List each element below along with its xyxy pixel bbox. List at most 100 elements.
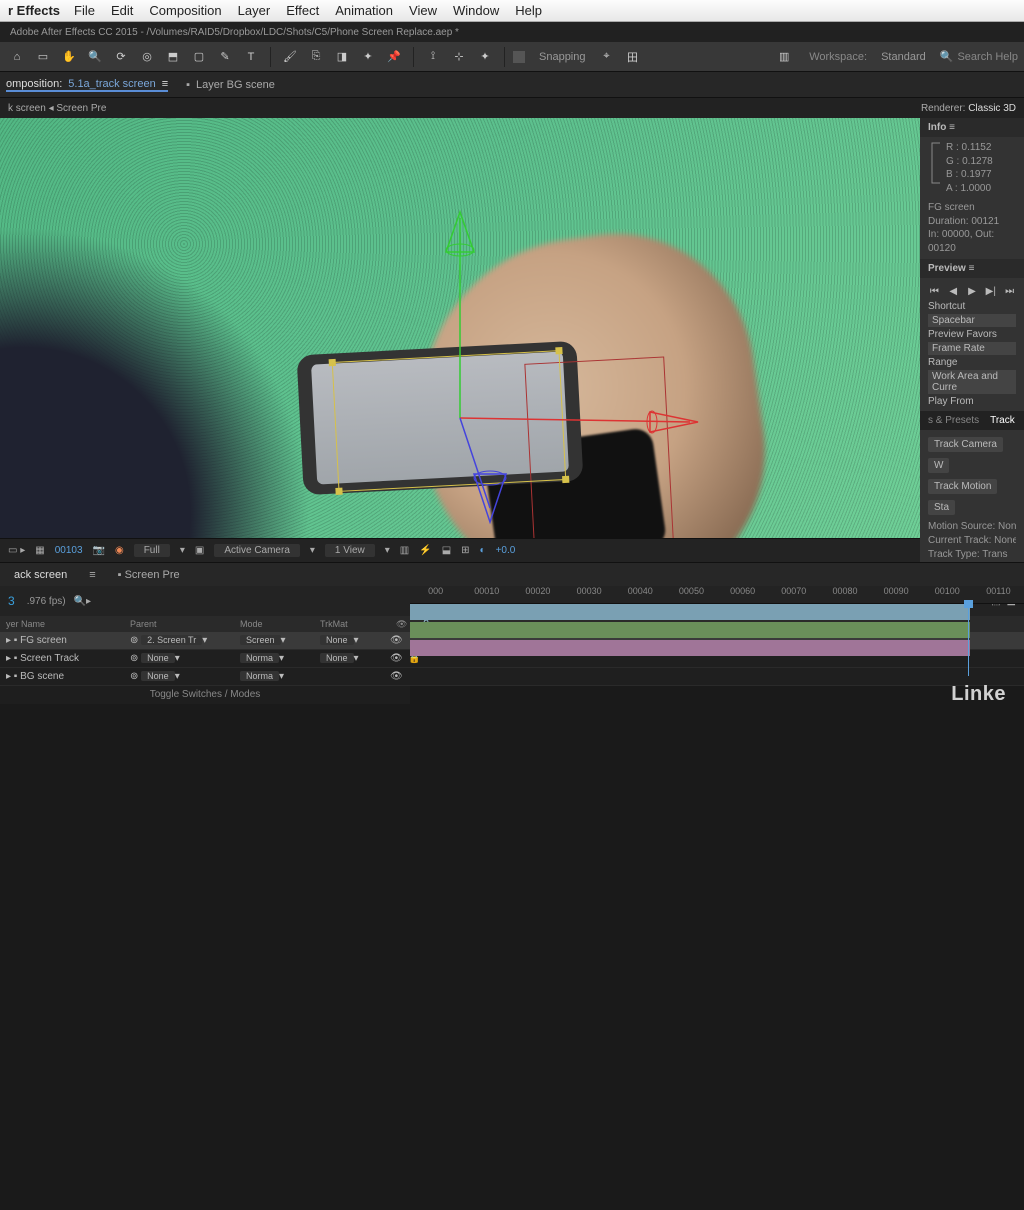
home-icon[interactable]: ⌂ bbox=[6, 46, 28, 68]
parent-dropdown[interactable]: None bbox=[141, 653, 175, 663]
parent-dropdown[interactable]: 2. Screen Tr bbox=[141, 635, 202, 645]
clone-tool-icon[interactable]: ⎘ bbox=[305, 46, 327, 68]
exposure-value[interactable]: +0.0 bbox=[496, 545, 516, 556]
time-ruler[interactable]: 000 00010 00020 00030 00040 00050 00060 … bbox=[410, 586, 1024, 1210]
view-layout-dropdown[interactable]: 1 View bbox=[325, 544, 375, 557]
roi-icon[interactable]: ▣ bbox=[195, 545, 204, 556]
next-frame-button[interactable]: ▶| bbox=[984, 286, 997, 297]
tab-layer-bg[interactable]: ▪ Layer BG scene bbox=[186, 79, 275, 91]
workspace-dropdown[interactable]: Standard bbox=[881, 51, 926, 63]
shortcut-dropdown[interactable]: Spacebar bbox=[928, 314, 1016, 327]
trkmat-dropdown[interactable]: None bbox=[320, 635, 354, 645]
menu-window[interactable]: Window bbox=[453, 3, 499, 18]
eye-toggle[interactable]: 👁 bbox=[390, 653, 403, 664]
handle-tr[interactable] bbox=[555, 347, 562, 354]
channel-icon[interactable]: ◉ bbox=[115, 545, 124, 556]
mode-dropdown[interactable]: Norma bbox=[240, 671, 279, 681]
snapping-checkbox[interactable] bbox=[513, 51, 525, 63]
roto-tool-icon[interactable]: ✦ bbox=[357, 46, 379, 68]
pixel-aspect-icon[interactable]: ▥ bbox=[400, 545, 409, 556]
workspace-reset-icon[interactable]: ▥ bbox=[773, 46, 795, 68]
track-camera-button[interactable]: Track Camera bbox=[928, 437, 1003, 452]
layer-selection-box[interactable] bbox=[332, 350, 566, 492]
camera-tool-icon[interactable]: ◎ bbox=[136, 46, 158, 68]
menu-help[interactable]: Help bbox=[515, 3, 542, 18]
tab-composition[interactable]: omposition: 5.1a_track screen ≡ bbox=[6, 78, 168, 92]
tl-tab-2[interactable]: ▪ Screen Pre bbox=[112, 569, 186, 581]
zoom-tool-icon[interactable]: 🔍 bbox=[84, 46, 106, 68]
toggle-switches-button[interactable]: Toggle Switches / Modes bbox=[0, 686, 410, 704]
menu-edit[interactable]: Edit bbox=[111, 3, 133, 18]
menu-composition[interactable]: Composition bbox=[149, 3, 221, 18]
prev-frame-button[interactable]: ◀ bbox=[947, 286, 960, 297]
favors-dropdown[interactable]: Frame Rate bbox=[928, 342, 1016, 355]
tab-tracker[interactable]: Track bbox=[990, 415, 1015, 426]
rotate-tool-icon[interactable]: ⟳ bbox=[110, 46, 132, 68]
exposure-reset-icon[interactable]: ◐ bbox=[480, 545, 486, 556]
bc-item[interactable]: Screen Pre bbox=[56, 103, 106, 114]
first-frame-button[interactable]: ⏮ bbox=[928, 286, 941, 297]
search-help[interactable]: 🔍 Search Help bbox=[940, 50, 1018, 63]
snap-opt2-icon[interactable]: 田 bbox=[622, 46, 644, 68]
track-motion-button[interactable]: Track Motion bbox=[928, 479, 997, 494]
mode-dropdown[interactable]: Screen bbox=[240, 635, 281, 645]
menu-animation[interactable]: Animation bbox=[335, 3, 393, 18]
axis-local-icon[interactable]: ⟟ bbox=[422, 46, 444, 68]
timeline-icon[interactable]: ⬓ bbox=[442, 545, 451, 556]
menu-effect[interactable]: Effect bbox=[286, 3, 319, 18]
handle-br[interactable] bbox=[562, 476, 569, 483]
parent-dropdown[interactable]: None bbox=[141, 671, 175, 681]
puppet-tool-icon[interactable]: 📌 bbox=[383, 46, 405, 68]
brush-tool-icon[interactable]: 🖌 bbox=[279, 46, 301, 68]
tl-tab-1[interactable]: ack screen bbox=[8, 569, 73, 581]
renderer-value[interactable]: Classic 3D bbox=[968, 103, 1016, 114]
handle-tl[interactable] bbox=[329, 359, 336, 366]
hand-tool-icon[interactable]: ✋ bbox=[58, 46, 80, 68]
playhead[interactable] bbox=[968, 604, 969, 676]
camera-dropdown[interactable]: Active Camera bbox=[214, 544, 300, 557]
composition-viewer[interactable] bbox=[0, 118, 920, 538]
track-type-dropdown[interactable]: Trans bbox=[982, 549, 1007, 560]
stabilize-button[interactable]: Sta bbox=[928, 500, 955, 515]
grid-icon[interactable]: ▦ bbox=[35, 545, 44, 556]
bc-item[interactable]: k screen bbox=[8, 103, 46, 114]
tab-presets[interactable]: s & Presets bbox=[928, 415, 979, 426]
fast-preview-icon[interactable]: ⚡ bbox=[419, 545, 431, 556]
panel-menu-icon[interactable]: ≡ bbox=[162, 78, 168, 90]
preview-panel-header[interactable]: Preview ≡ bbox=[920, 259, 1024, 278]
eye-toggle[interactable]: 👁 bbox=[390, 635, 403, 646]
last-frame-button[interactable]: ⏭ bbox=[1003, 286, 1016, 297]
info-panel-header[interactable]: Info ≡ bbox=[920, 118, 1024, 137]
pan-behind-tool-icon[interactable]: ⬒ bbox=[162, 46, 184, 68]
flowchart-icon[interactable]: ⊞ bbox=[461, 545, 469, 556]
range-dropdown[interactable]: Work Area and Curre bbox=[928, 370, 1016, 394]
warp-stabilize-button[interactable]: W bbox=[928, 458, 949, 473]
menu-view[interactable]: View bbox=[409, 3, 437, 18]
motion-source-dropdown[interactable]: None bbox=[998, 521, 1016, 532]
timecode-readout[interactable]: 00103 bbox=[55, 545, 83, 556]
pen-tool-icon[interactable]: ✎ bbox=[214, 46, 236, 68]
snapshot-icon[interactable]: 📷 bbox=[93, 545, 105, 556]
axis-world-icon[interactable]: ⊹ bbox=[448, 46, 470, 68]
search-icon[interactable]: 🔍▸ bbox=[74, 596, 91, 607]
mode-dropdown[interactable]: Norma bbox=[240, 653, 279, 663]
menu-file[interactable]: File bbox=[74, 3, 95, 18]
layer-bar-bg[interactable] bbox=[410, 640, 970, 656]
resolution-dropdown[interactable]: Full bbox=[134, 544, 170, 557]
play-button[interactable]: ▶ bbox=[966, 286, 979, 297]
eraser-tool-icon[interactable]: ◨ bbox=[331, 46, 353, 68]
eye-toggle[interactable]: 👁 bbox=[390, 671, 403, 682]
magnification-icon[interactable]: ▭ ▸ bbox=[8, 545, 25, 556]
type-tool-icon[interactable]: T bbox=[240, 46, 262, 68]
selection-tool-icon[interactable]: ▭ bbox=[32, 46, 54, 68]
current-time[interactable]: 3 bbox=[8, 594, 15, 608]
axis-view-icon[interactable]: ✦ bbox=[474, 46, 496, 68]
handle-bl[interactable] bbox=[335, 488, 342, 495]
twirl-icon[interactable]: ▸ bbox=[6, 635, 11, 646]
snap-opt-icon[interactable]: ⌖ bbox=[596, 46, 618, 68]
layer-bar-fg[interactable] bbox=[410, 604, 970, 620]
layer-bar-screen-track[interactable] bbox=[410, 622, 970, 638]
trkmat-dropdown[interactable]: None bbox=[320, 653, 354, 663]
menu-layer[interactable]: Layer bbox=[238, 3, 271, 18]
shape-tool-icon[interactable]: ▢ bbox=[188, 46, 210, 68]
